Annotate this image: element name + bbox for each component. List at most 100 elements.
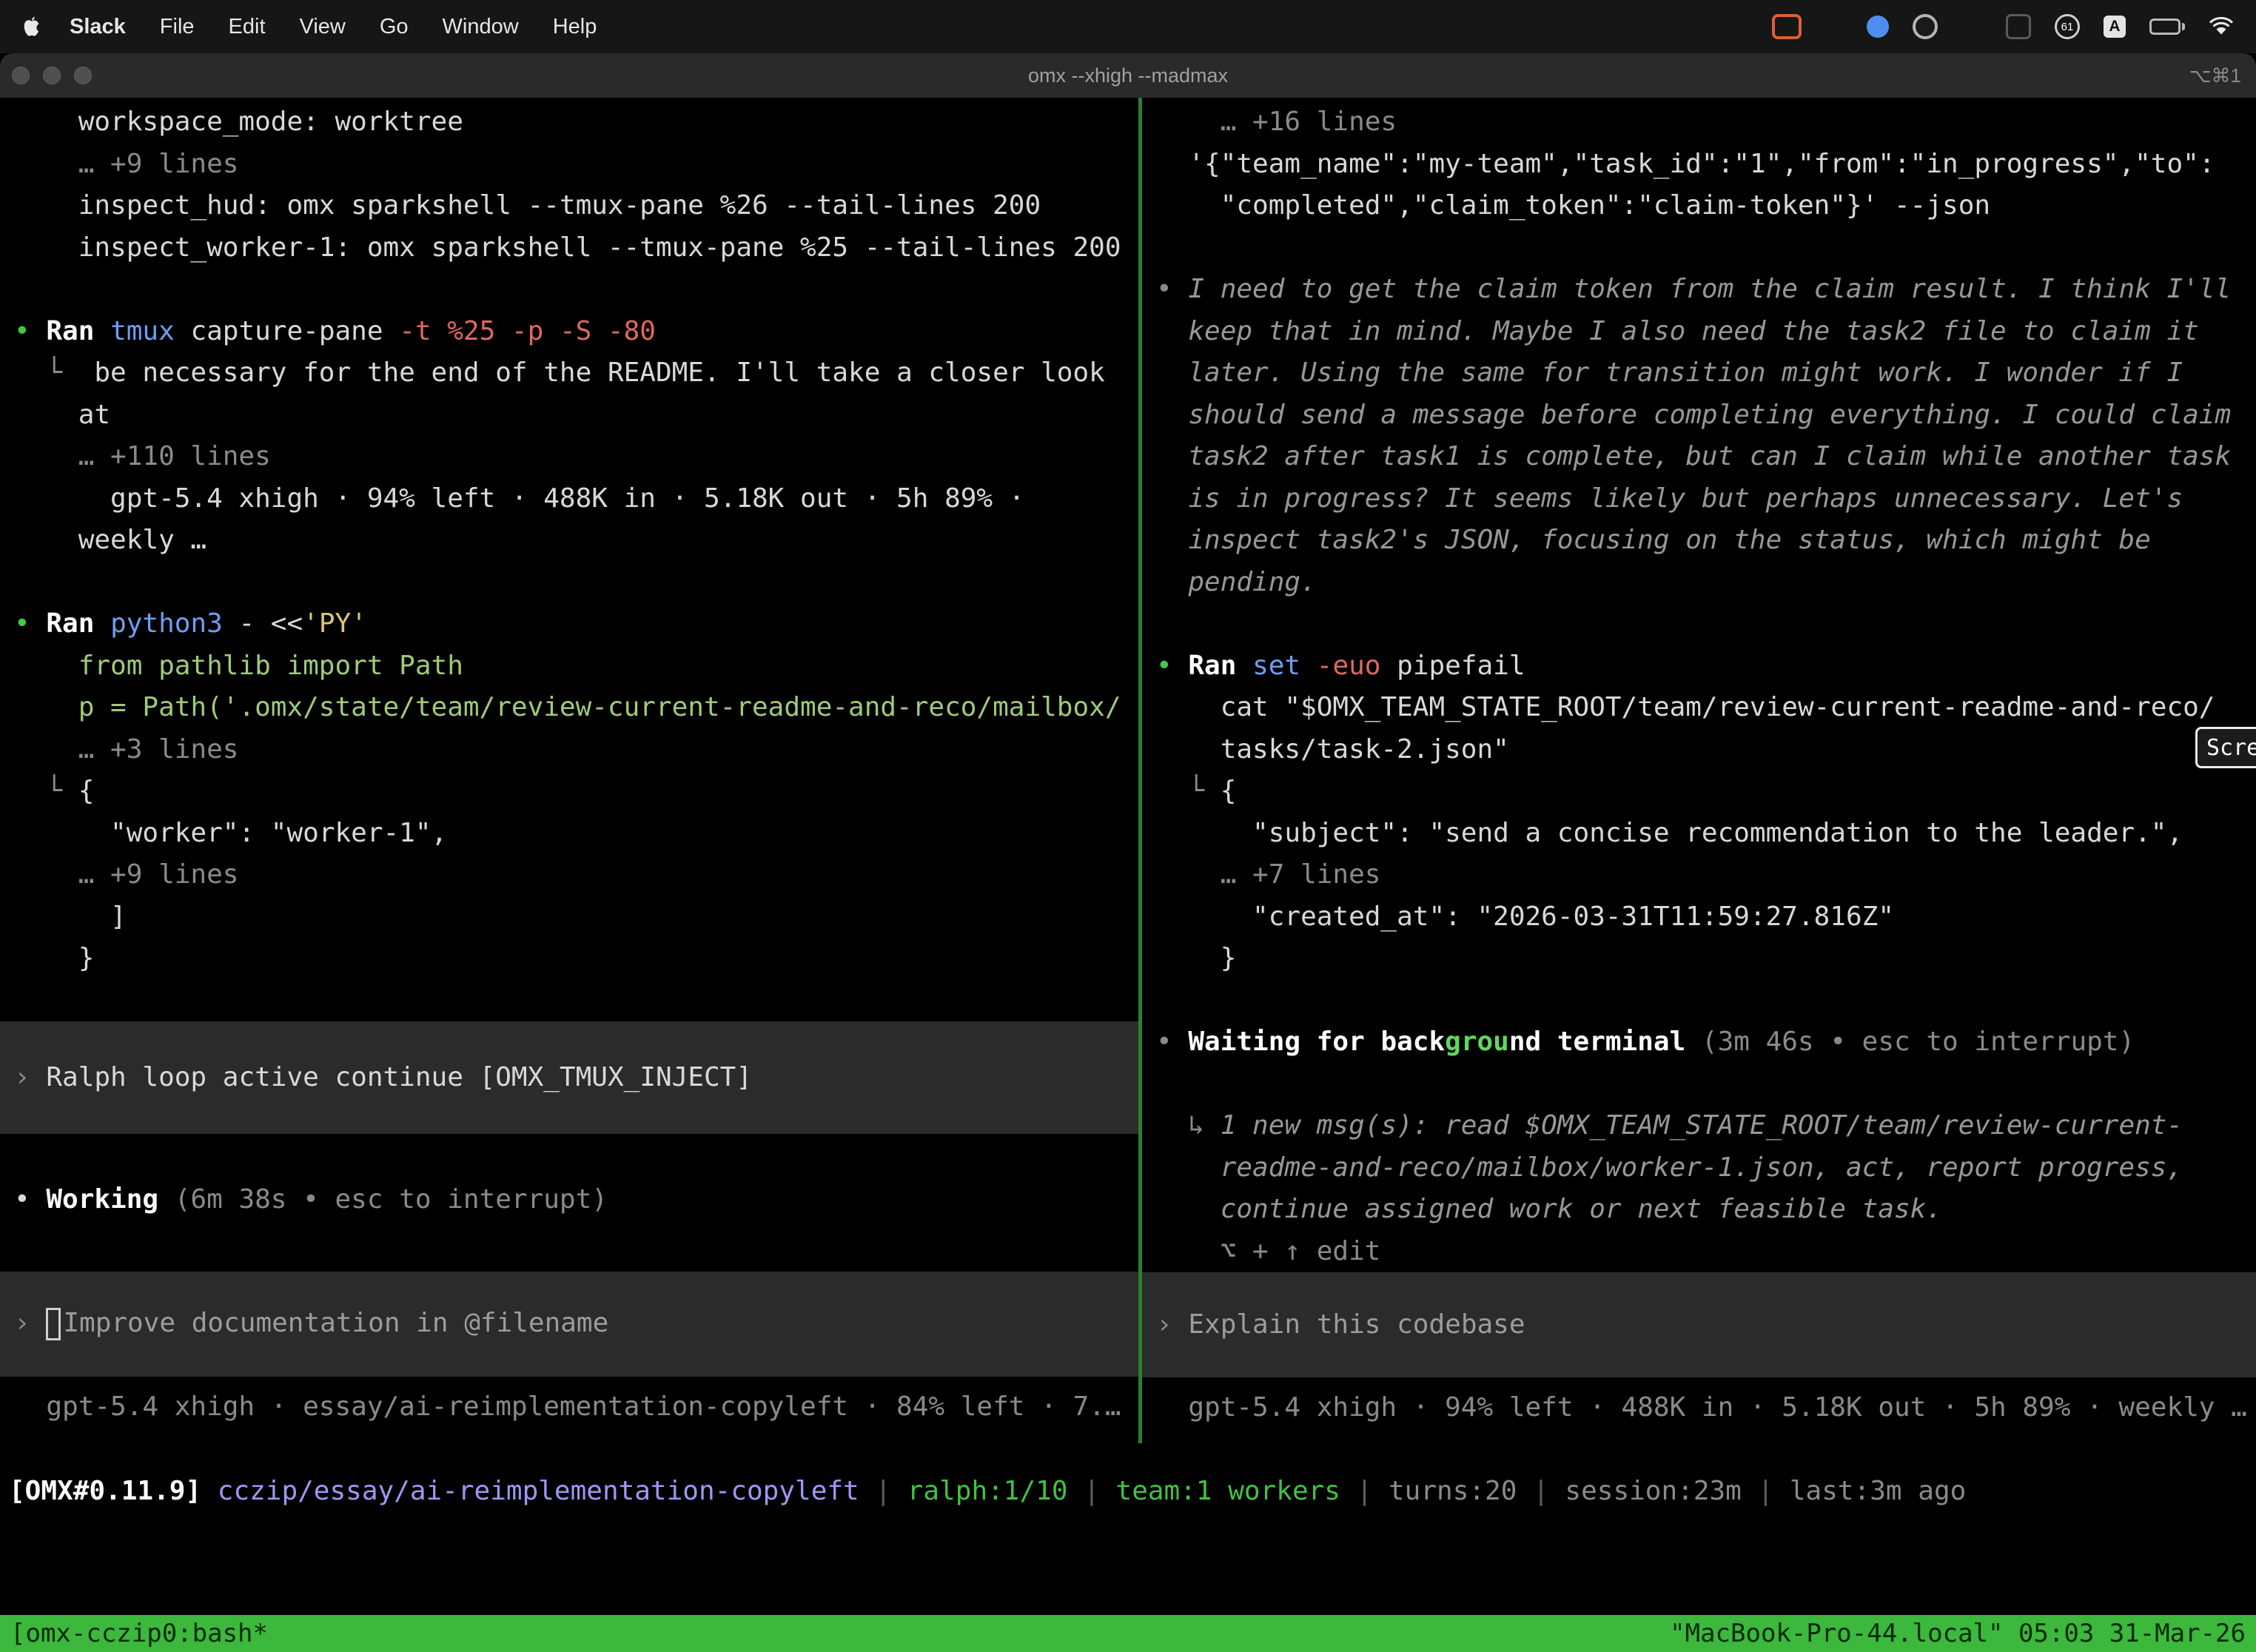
terminal-line: task2 after task1 is complete, but can I… xyxy=(1156,436,2256,478)
terminal-line xyxy=(1156,980,2256,1022)
battery-percent-icon[interactable]: 61 xyxy=(2055,14,2080,39)
menu-view[interactable]: View xyxy=(300,15,346,39)
menu-go[interactable]: Go xyxy=(380,15,409,39)
terminal-line: p = Path('.omx/state/team/review-current… xyxy=(14,687,1138,729)
text-segment: … +3 lines xyxy=(14,734,238,765)
app-grid-icon[interactable] xyxy=(1825,18,1843,36)
text-segment: cczip/essay/ai-reimplementation-copyleft xyxy=(218,1476,859,1506)
screen-notification-popup[interactable]: Scre xyxy=(2195,727,2256,768)
text-segment: └ xyxy=(14,776,78,806)
window-title-bar[interactable]: omx --xhigh --madmax ⌥⌘1 xyxy=(0,53,2256,98)
text-segment: … +7 lines xyxy=(1156,859,1380,890)
terminal-line: from pathlib import Path xyxy=(14,645,1138,688)
dots-grid-icon[interactable] xyxy=(1961,21,1982,33)
text-segment: '{"team_name":"my-team","task_id":"1","f… xyxy=(1156,149,2215,179)
text-segment: set xyxy=(1252,651,1317,681)
text-segment: • xyxy=(1156,651,1188,681)
menu-edit[interactable]: Edit xyxy=(229,15,266,39)
text-segment: › xyxy=(14,1303,46,1345)
terminal-line: … +9 lines xyxy=(14,854,1138,896)
text-segment: } xyxy=(1156,943,1236,973)
blue-app-icon[interactable] xyxy=(1867,16,1889,38)
text-segment: "worker": "worker-1", xyxy=(14,818,447,848)
text-segment: inspect_hud: omx sparkshell --tmux-pane … xyxy=(14,190,1041,221)
text-segment: ralph:1/10 xyxy=(907,1476,1068,1506)
ghost-app-icon[interactable] xyxy=(2006,14,2031,39)
terminal-line xyxy=(1156,1064,2256,1106)
text-segment: - << xyxy=(238,608,303,639)
text-segment: Ran xyxy=(46,316,110,346)
terminal-line: tasks/task-2.json" xyxy=(1156,729,2256,771)
text-segment: team:1 workers xyxy=(1116,1476,1340,1506)
text-segment: └ xyxy=(14,357,94,388)
menu-file[interactable]: File xyxy=(160,15,195,39)
text-segment: tmux xyxy=(110,316,190,346)
text-segment: • xyxy=(1156,274,1188,304)
terminal-line xyxy=(14,269,1138,311)
text-segment: … +9 lines xyxy=(14,149,238,179)
terminal-line: • Ran set -euo pipefail xyxy=(1156,645,2256,688)
terminal-pane-right[interactable]: … +16 lines '{"team_name":"my-team","tas… xyxy=(1142,98,2256,1443)
terminal-line: weekly … xyxy=(14,520,1138,562)
text-segment: 1 new msg(s): read $OMX_TEAM_STATE_ROOT/… xyxy=(1221,1110,2183,1141)
terminal-line: "created_at": "2026-03-31T11:59:27.816Z" xyxy=(1156,896,2256,939)
text-segment: … +110 lines xyxy=(14,441,271,471)
spacer xyxy=(1156,1377,2256,1387)
wifi-icon[interactable] xyxy=(2209,17,2234,36)
text-segment: be necessary for the end of the README. … xyxy=(94,357,1104,388)
menu-bar-status-icons: 61 A xyxy=(1772,14,2234,39)
text-segment: should send a message before completing … xyxy=(1156,400,2231,430)
menu-help[interactable]: Help xyxy=(553,15,597,39)
text-segment: | xyxy=(1068,1476,1116,1506)
terminal-line: • Working (6m 38s • esc to interrupt) xyxy=(14,1179,1138,1221)
terminal-line: '{"team_name":"my-team","task_id":"1","f… xyxy=(1156,144,2256,186)
apple-menu-icon[interactable] xyxy=(22,16,41,38)
text-segment: gpt-5.4 xhigh · essay/ai-reimplementatio… xyxy=(14,1391,1121,1422)
text-segment: "completed","claim_token":"claim-token"}… xyxy=(1156,190,1990,221)
terminal-line: keep that in mind. Maybe I also need the… xyxy=(1156,311,2256,353)
wifi-glyph xyxy=(2209,17,2234,36)
omx-status-line: [OMX#0.11.9] cczip/essay/ai-reimplementa… xyxy=(9,1470,2256,1512)
input-source-icon[interactable]: A xyxy=(2104,16,2126,38)
input-source-letter: A xyxy=(2109,18,2120,36)
terminal-window: omx --xhigh --madmax ⌥⌘1 workspace_mode:… xyxy=(0,53,2256,1652)
close-button[interactable] xyxy=(12,67,30,84)
text-segment: [OMX#0.11.9] xyxy=(9,1476,218,1506)
text-cursor xyxy=(46,1308,61,1340)
text-segment: continue assigned work or next feasible … xyxy=(1156,1194,1942,1224)
terminal-pane-left[interactable]: workspace_mode: worktree … +9 lines insp… xyxy=(0,98,1138,1443)
text-segment: { xyxy=(1221,776,1237,806)
terminal-line: └ { xyxy=(14,770,1138,813)
text-segment: inspect_worker-1: omx sparkshell --tmux-… xyxy=(14,232,1121,263)
text-segment: • xyxy=(14,1184,46,1215)
text-segment: | xyxy=(1340,1476,1389,1506)
text-segment: grou xyxy=(1445,1027,1509,1057)
terminal-line: … +110 lines xyxy=(14,436,1138,478)
menu-window[interactable]: Window xyxy=(443,15,519,39)
screen-recording-icon[interactable] xyxy=(1772,14,1802,39)
terminal-line: • Waiting for background terminal (3m 46… xyxy=(1156,1021,2256,1064)
text-segment: "created_at": "2026-03-31T11:59:27.816Z" xyxy=(1156,901,1894,932)
terminal-line: continue assigned work or next feasible … xyxy=(1156,1189,2256,1231)
text-segment: • xyxy=(14,608,46,639)
text-segment: • xyxy=(14,316,46,346)
apple-logo-icon xyxy=(22,16,41,38)
battery-icon[interactable] xyxy=(2149,19,2185,35)
active-app-name[interactable]: Slack xyxy=(70,15,126,39)
terminal-line: … +16 lines xyxy=(1156,101,2256,144)
terminal-line: inspect_hud: omx sparkshell --tmux-pane … xyxy=(14,185,1138,227)
terminal-line: is in progress? It seems likely but perh… xyxy=(1156,478,2256,520)
text-segment: Waiting for back xyxy=(1188,1027,1445,1057)
terminal-line: "worker": "worker-1", xyxy=(14,813,1138,855)
minimize-button[interactable] xyxy=(43,67,61,84)
text-segment: … +16 lines xyxy=(1156,107,1397,137)
terminal-line: … +7 lines xyxy=(1156,854,2256,896)
ring-app-icon[interactable] xyxy=(1913,14,1938,39)
text-segment: last:3m ago xyxy=(1790,1476,1966,1506)
text-segment: › xyxy=(14,1057,46,1099)
recording-frame xyxy=(1772,14,1802,39)
text-segment: is in progress? It seems likely but perh… xyxy=(1156,483,2183,514)
zoom-button[interactable] xyxy=(74,67,92,84)
tmux-panes: workspace_mode: worktree … +9 lines insp… xyxy=(0,98,2256,1443)
terminal-line xyxy=(14,562,1138,604)
